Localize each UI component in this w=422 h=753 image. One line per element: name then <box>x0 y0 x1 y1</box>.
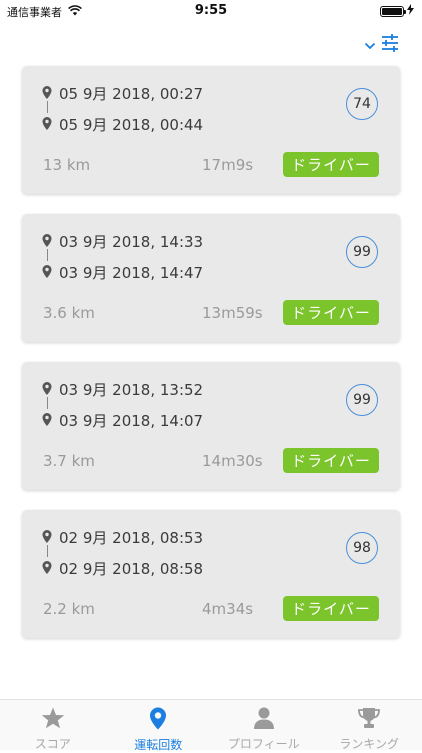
route-connector <box>47 249 48 261</box>
map-pin-icon <box>42 412 52 430</box>
trip-distance: 13 km <box>43 156 90 174</box>
trip-card[interactable]: 03 9月 2018, 13:52 03 9月 2018, 14:07 99 3… <box>22 362 400 490</box>
trip-start-time: 05 9月 2018, 00:27 <box>59 83 203 104</box>
tab-label: スコア <box>35 735 71 752</box>
trip-card[interactable]: 05 9月 2018, 00:27 05 9月 2018, 00:44 74 1… <box>22 66 400 194</box>
trip-end: 02 9月 2018, 08:58 <box>42 558 203 579</box>
tab-ranking[interactable]: ランキング <box>317 700 422 750</box>
role-badge[interactable]: ドライバー <box>283 300 379 325</box>
role-badge[interactable]: ドライバー <box>283 596 379 621</box>
role-badge[interactable]: ドライバー <box>283 448 379 473</box>
trip-card[interactable]: 02 9月 2018, 08:53 02 9月 2018, 08:58 98 2… <box>22 510 400 638</box>
tab-label: ランキング <box>339 735 399 752</box>
trip-score: 99 <box>346 384 378 416</box>
filter-sliders-icon[interactable] <box>380 33 400 57</box>
tab-label: 運転回数 <box>134 736 182 753</box>
trip-distance: 3.7 km <box>43 452 95 470</box>
trip-end-time: 05 9月 2018, 00:44 <box>59 114 203 135</box>
location-pin-icon <box>149 707 167 734</box>
status-right <box>380 4 414 18</box>
trip-distance: 3.6 km <box>43 304 95 322</box>
trip-start-time: 03 9月 2018, 14:33 <box>59 231 203 252</box>
trip-start-time: 02 9月 2018, 08:53 <box>59 527 203 548</box>
trip-distance: 2.2 km <box>43 600 95 618</box>
tab-label: プロフィール <box>228 735 300 752</box>
trip-score: 74 <box>346 88 378 120</box>
trip-card[interactable]: 03 9月 2018, 14:33 03 9月 2018, 14:47 99 3… <box>22 214 400 342</box>
trip-end-time: 02 9月 2018, 08:58 <box>59 558 203 579</box>
trip-end: 03 9月 2018, 14:07 <box>42 410 203 431</box>
route-connector <box>47 545 48 557</box>
trip-score: 99 <box>346 236 378 268</box>
trip-start-time: 03 9月 2018, 13:52 <box>59 379 203 400</box>
status-time: 9:55 <box>0 3 422 18</box>
tab-score[interactable]: スコア <box>0 700 106 750</box>
tab-bar: スコア 運転回数 プロフィール ランキング <box>0 699 422 750</box>
tab-profile[interactable]: プロフィール <box>211 700 317 750</box>
trip-duration: 17m9s <box>202 156 253 174</box>
trip-duration: 13m59s <box>202 304 263 322</box>
map-pin-icon <box>42 560 52 578</box>
route-connector <box>47 397 48 409</box>
trip-score: 98 <box>346 532 378 564</box>
map-pin-icon <box>42 529 52 547</box>
map-pin-icon <box>42 116 52 134</box>
trip-duration: 14m30s <box>202 452 263 470</box>
trip-end: 05 9月 2018, 00:44 <box>42 114 203 135</box>
trip-start: 03 9月 2018, 13:52 <box>42 379 203 400</box>
trip-end: 03 9月 2018, 14:47 <box>42 262 203 283</box>
trip-end-time: 03 9月 2018, 14:07 <box>59 410 203 431</box>
trip-duration: 4m34s <box>202 600 253 618</box>
filter-control[interactable] <box>364 33 400 57</box>
map-pin-icon <box>42 264 52 282</box>
trip-start: 05 9月 2018, 00:27 <box>42 83 203 104</box>
role-badge[interactable]: ドライバー <box>283 152 379 177</box>
trip-start: 03 9月 2018, 14:33 <box>42 231 203 252</box>
battery-icon <box>380 6 404 17</box>
map-pin-icon <box>42 233 52 251</box>
map-pin-icon <box>42 381 52 399</box>
trip-start: 02 9月 2018, 08:53 <box>42 527 203 548</box>
chevron-down-icon[interactable] <box>364 36 376 55</box>
route-connector <box>47 101 48 113</box>
trip-end-time: 03 9月 2018, 14:47 <box>59 262 203 283</box>
status-bar: 通信事業者 9:55 <box>0 0 422 22</box>
trip-list: 05 9月 2018, 00:27 05 9月 2018, 00:44 74 1… <box>22 66 400 658</box>
trophy-icon <box>357 707 381 733</box>
person-icon <box>253 707 275 733</box>
map-pin-icon <box>42 85 52 103</box>
charging-icon <box>407 4 414 18</box>
tab-trips[interactable]: 運転回数 <box>106 700 212 750</box>
star-icon <box>41 707 65 733</box>
